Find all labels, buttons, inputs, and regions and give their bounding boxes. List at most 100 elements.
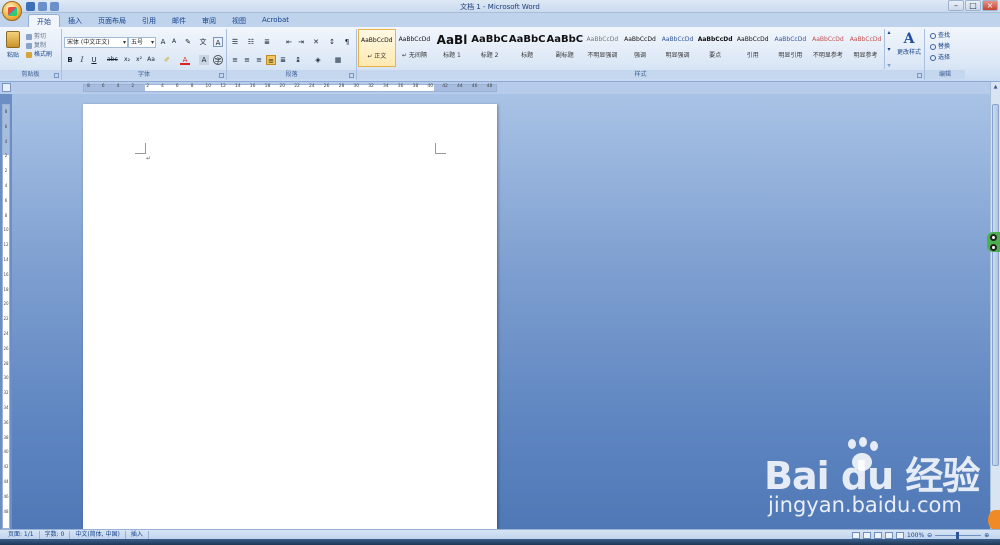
style-card[interactable]: AaBbCcDd 明显强调 [659, 29, 697, 67]
align-right-icon[interactable]: ≡ [254, 55, 264, 65]
zoom-slider[interactable] [935, 531, 982, 539]
font-color-icon[interactable]: A [180, 55, 190, 65]
tab-7[interactable]: Acrobat [254, 14, 297, 27]
char-border-icon[interactable]: A [213, 37, 223, 47]
full-screen-view-icon[interactable] [863, 531, 871, 539]
decrease-indent-icon[interactable]: ⇤ [284, 37, 294, 47]
distributed-icon[interactable]: ≣ [278, 55, 288, 65]
font-dialog-launcher[interactable] [219, 73, 224, 78]
tab-selector[interactable] [2, 83, 11, 92]
style-card[interactable]: AaBbCcDd 强调 [621, 29, 659, 67]
style-card[interactable]: AaBbCcDd ↵ 无间隔 [396, 29, 434, 67]
change-styles-button[interactable]: A 更改样式 [895, 31, 923, 56]
floating-owl-widget-icon[interactable] [987, 232, 1000, 252]
vertical-scrollbar[interactable]: ▲ ▼ [990, 82, 1000, 529]
style-card[interactable]: AaBbC 标题 2 [471, 29, 509, 67]
style-card[interactable]: AaBbCcDd 不明显参考 [809, 29, 847, 67]
tab-6[interactable]: 视图 [224, 14, 254, 27]
italic-button[interactable]: I [77, 55, 87, 65]
zoom-out-icon[interactable]: ⊖ [927, 532, 932, 539]
line-spacing-icon[interactable]: ↨ [293, 55, 303, 65]
styles-gallery-scroll[interactable]: ▴ ▾ ▿ [884, 29, 893, 69]
style-card[interactable]: AaBbC 副标题 [546, 29, 584, 67]
cut-button[interactable]: 剪切 [26, 32, 52, 41]
font-size-select[interactable]: 五号 [128, 37, 156, 48]
style-card[interactable]: AaBbCcDd 明显引用 [772, 29, 810, 67]
tab-0[interactable]: 开始 [28, 14, 60, 27]
style-card[interactable]: AaBbCcDd 明显参考 [847, 29, 885, 67]
clipboard-dialog-launcher[interactable] [54, 73, 59, 78]
copy-button[interactable]: 复制 [26, 41, 52, 50]
justify-icon[interactable]: ≡ [266, 55, 276, 65]
tab-1[interactable]: 插入 [60, 14, 90, 27]
bullets-icon[interactable]: ☰ [230, 37, 240, 47]
replace-button[interactable]: 替换 [930, 41, 950, 52]
zoom-level[interactable]: 100% [907, 532, 924, 539]
highlight-icon[interactable]: ✐ [162, 55, 172, 65]
tab-3[interactable]: 引用 [134, 14, 164, 27]
tab-4[interactable]: 邮件 [164, 14, 194, 27]
style-name: 标题 1 [443, 52, 461, 59]
align-center-icon[interactable]: ≡ [242, 55, 252, 65]
style-card[interactable]: AaBbCcDd 不明显强调 [584, 29, 622, 67]
scroll-thumb[interactable] [992, 104, 999, 466]
change-styles-icon: A [903, 31, 915, 47]
zoom-in-icon[interactable]: ⊕ [984, 532, 989, 539]
style-card[interactable]: AaBbCcDd 引用 [734, 29, 772, 67]
clear-format-icon[interactable]: ✎ [183, 37, 193, 47]
bold-button[interactable]: B [65, 55, 75, 65]
shading-icon[interactable]: ◈ [313, 55, 323, 65]
grow-font-button[interactable]: A [158, 37, 168, 47]
select-button[interactable]: 选择 [930, 52, 950, 63]
outline-view-icon[interactable] [885, 531, 893, 539]
sort-icon[interactable]: ↕ [327, 37, 337, 47]
print-layout-view-icon[interactable] [852, 531, 860, 539]
chevron-down-icon[interactable]: ▾ [885, 46, 893, 53]
char-shading-icon[interactable]: A [199, 55, 209, 65]
superscript-button[interactable]: x² [134, 55, 144, 65]
borders-icon[interactable]: ▦ [333, 55, 343, 65]
strikethrough-button[interactable]: abc [107, 55, 118, 65]
more-styles-icon[interactable]: ▿ [885, 62, 893, 69]
draft-view-icon[interactable] [896, 531, 904, 539]
subscript-button[interactable]: x₂ [122, 55, 132, 65]
change-case-button[interactable]: Aa [146, 55, 156, 65]
status-page[interactable]: 页面: 1/1 [3, 531, 40, 539]
tab-2[interactable]: 页面布局 [90, 14, 134, 27]
format-painter-button[interactable]: 格式刷 [26, 50, 52, 59]
numbering-icon[interactable]: ☷ [246, 37, 256, 47]
style-card[interactable]: AaBbCcDd ↵ 正文 [358, 29, 396, 67]
enclose-char-icon[interactable]: 字 [213, 55, 223, 65]
align-left-icon[interactable]: ≡ [230, 55, 240, 65]
maximize-button[interactable]: □ [965, 0, 981, 11]
status-language[interactable]: 中文(简体, 中国) [70, 531, 126, 539]
document-page[interactable]: ↵ [83, 104, 497, 529]
style-card[interactable]: AaBbCcDd 要点 [696, 29, 734, 67]
underline-button[interactable]: U [89, 55, 99, 65]
style-card[interactable]: AaBl 标题 1 [433, 29, 471, 67]
paste-button[interactable]: 粘贴 [4, 31, 22, 59]
minimize-button[interactable]: – [948, 0, 964, 11]
find-button[interactable]: 查找 [930, 30, 950, 41]
status-insert-mode[interactable]: 插入 [126, 531, 149, 539]
phonetic-icon[interactable]: 文 [198, 37, 208, 47]
chevron-up-icon[interactable]: ▴ [885, 29, 893, 36]
show-marks-icon[interactable]: ¶ [342, 37, 352, 47]
status-word-count[interactable]: 字数: 0 [40, 531, 71, 539]
office-button[interactable] [2, 1, 22, 21]
corner-badge-icon[interactable] [988, 510, 1000, 530]
close-button[interactable]: × [982, 0, 998, 11]
asian-layout-icon[interactable]: ✕ [311, 37, 321, 47]
style-card[interactable]: AaBbC 标题 [508, 29, 546, 67]
font-name-select[interactable]: 宋体 (中文正文) [64, 37, 128, 48]
web-layout-view-icon[interactable] [874, 531, 882, 539]
horizontal-ruler[interactable]: 8 6 4 2 2 4 6 8 10 12 14 16 18 20 22 24 26 28 30 32 34 36 38 40… [83, 84, 497, 92]
styles-dialog-launcher[interactable] [917, 73, 922, 78]
scroll-up-icon[interactable]: ▲ [992, 84, 999, 92]
multilevel-list-icon[interactable]: ≣ [262, 37, 272, 47]
vertical-ruler[interactable]: 8 6 4 2 2 4 6 8 10 12 14 16 18 20 22 24 26 28 30 32 34 36 38 40… [2, 104, 10, 529]
tab-5[interactable]: 审阅 [194, 14, 224, 27]
increase-indent-icon[interactable]: ⇥ [296, 37, 306, 47]
paragraph-dialog-launcher[interactable] [349, 73, 354, 78]
shrink-font-button[interactable]: A [169, 37, 179, 47]
